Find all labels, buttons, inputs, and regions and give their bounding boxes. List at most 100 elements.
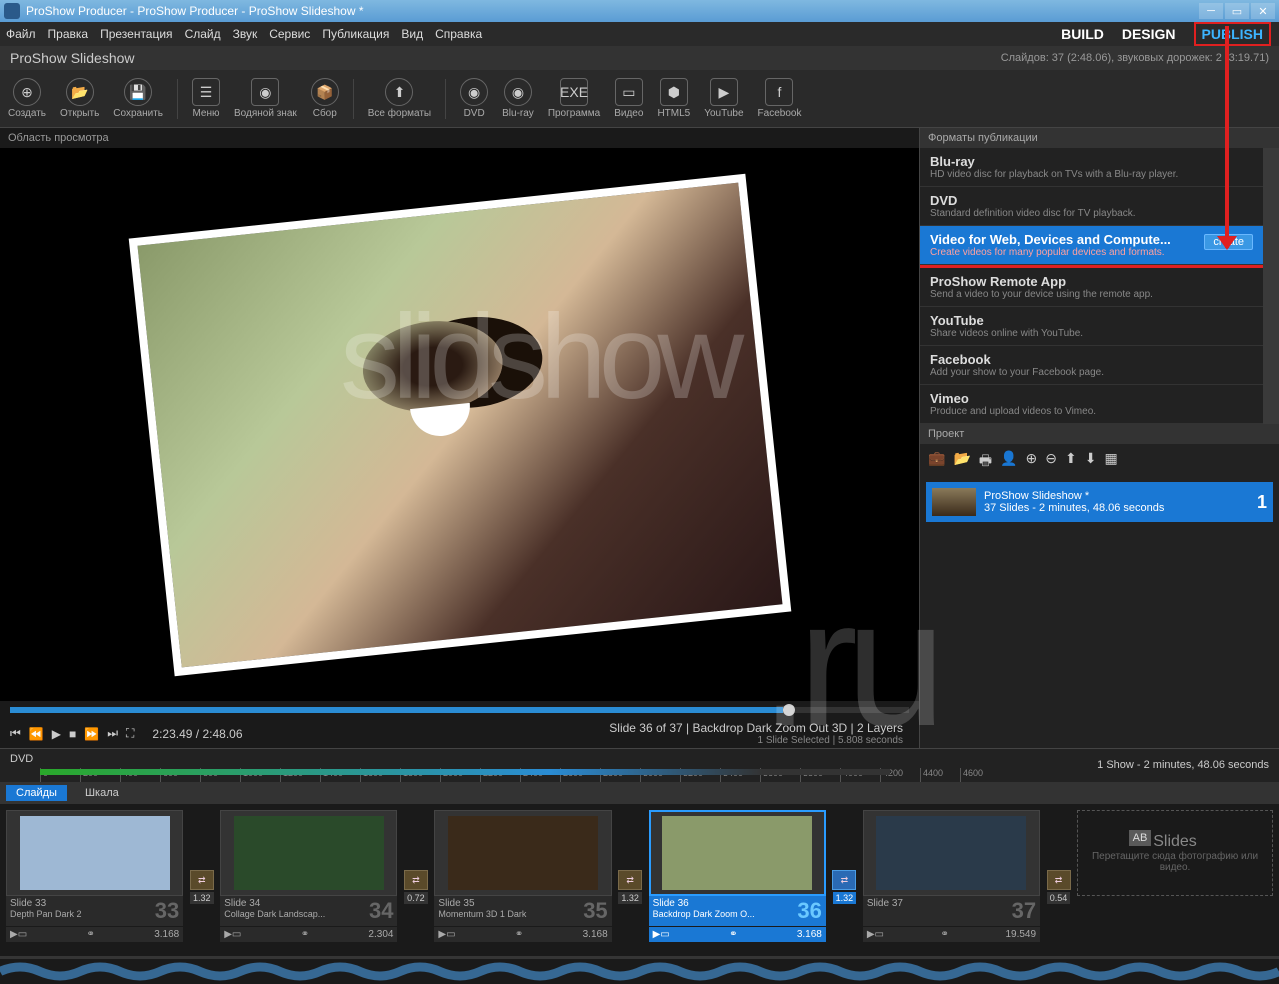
menu-Слайд[interactable]: Слайд — [185, 27, 221, 41]
forward-button[interactable]: ⏩ — [84, 727, 99, 741]
slide-link-icon[interactable]: ⚭ — [515, 929, 523, 940]
format-item[interactable]: YouTubeShare videos online with YouTube. — [920, 307, 1263, 346]
toolbar-html5[interactable]: ⬢HTML5 — [657, 78, 690, 119]
transition-icon: ⇄ — [618, 870, 642, 890]
toolbar: ⊕Создать 📂Открыть 💾Сохранить ☰Меню ◉Водяной … — [0, 70, 1279, 128]
stop-button[interactable]: ■ — [69, 727, 76, 741]
preview-canvas[interactable]: slidshow — [0, 148, 919, 701]
toolbar-dvd[interactable]: ◉DVD — [460, 78, 488, 119]
toolbar-menu[interactable]: ☰Меню — [192, 78, 220, 119]
rewind-button[interactable]: ⏪ — [29, 727, 44, 741]
slide-link-icon[interactable]: ⚭ — [729, 929, 737, 940]
slides-strip: Slide 33Depth Pan Dark 233 ▶▭⚭3.168⇄1.32… — [0, 804, 1279, 956]
transition-icon: ⇄ — [832, 870, 856, 890]
menu-Справка[interactable]: Справка — [435, 27, 482, 41]
minimize-button[interactable]: ─ — [1199, 3, 1223, 19]
ruler-label: DVD — [10, 753, 33, 765]
slide-play-icon[interactable]: ▶▭ — [653, 929, 670, 940]
menu-Звук[interactable]: Звук — [233, 27, 258, 41]
toolbar-youtube[interactable]: ▶YouTube — [704, 78, 743, 119]
proj-open-icon[interactable]: 📂 — [953, 450, 970, 474]
toolbar-all[interactable]: ⬆Все форматы — [368, 78, 431, 119]
slide-36[interactable]: Slide 36Backdrop Dark Zoom O...36 ▶▭⚭3.1… — [649, 810, 826, 950]
dvd-icon: ◉ — [460, 78, 488, 106]
tab-scale[interactable]: Шкала — [75, 785, 129, 801]
slide-play-icon[interactable]: ▶▭ — [10, 929, 27, 940]
ruler-tick: 4400 — [920, 768, 960, 782]
slide-link-icon[interactable]: ⚭ — [301, 929, 309, 940]
slide-play-icon[interactable]: ▶▭ — [867, 929, 884, 940]
toolbar-save[interactable]: 💾Сохранить — [113, 78, 163, 119]
last-button[interactable]: ⏭ — [107, 726, 118, 741]
menu-Правка[interactable]: Правка — [48, 27, 89, 41]
mode-design[interactable]: DESIGN — [1122, 26, 1176, 42]
menu-Презентация[interactable]: Презентация — [100, 27, 173, 41]
slide-37[interactable]: Slide 3737 ▶▭⚭19.549 — [863, 810, 1040, 950]
toolbar-collect[interactable]: 📦Сбор — [311, 78, 339, 119]
ruler[interactable]: DVD 020040060080010001200140016001800200… — [0, 748, 1279, 782]
proj-print-icon[interactable]: 🖶 — [979, 450, 992, 474]
fullscreen-button[interactable]: ⛶ — [126, 726, 134, 741]
format-item[interactable]: ProShow Remote AppSend a video to your d… — [920, 268, 1263, 307]
format-item[interactable]: FacebookAdd your show to your Facebook p… — [920, 346, 1263, 385]
first-button[interactable]: ⏮ — [10, 726, 21, 741]
proj-grid-icon[interactable]: ▦ — [1104, 450, 1117, 474]
transition[interactable]: ⇄0.72 — [401, 810, 430, 950]
slide-33[interactable]: Slide 33Depth Pan Dark 233 ▶▭⚭3.168 — [6, 810, 183, 950]
toolbar-video[interactable]: ▭Видео — [614, 78, 643, 119]
all-icon: ⬆ — [385, 78, 413, 106]
slide-play-icon[interactable]: ▶▭ — [438, 929, 455, 940]
mode-publish[interactable]: PUBLISH — [1194, 22, 1271, 46]
format-item[interactable]: Blu-rayHD video disc for playback on TVs… — [920, 148, 1263, 187]
menu-Вид[interactable]: Вид — [401, 27, 423, 41]
slide-play-icon[interactable]: ▶▭ — [224, 929, 241, 940]
proj-down-icon[interactable]: ⬇ — [1085, 450, 1097, 474]
slide-35[interactable]: Slide 35Momentum 3D 1 Dark35 ▶▭⚭3.168 — [434, 810, 611, 950]
preview-panel: Область просмотра slidshow ⏮ ⏪ ▶ ■ ⏩ ⏭ ⛶… — [0, 128, 919, 748]
scrub-bar[interactable] — [10, 707, 909, 713]
proj-briefcase-icon[interactable]: 💼 — [928, 450, 945, 474]
project-panel: 💼 📂 🖶 👤 ⊕ ⊖ ⬆ ⬇ ▦ ProShow Slideshow * 37… — [920, 444, 1279, 748]
project-item-number: 1 — [1257, 492, 1267, 513]
waveform[interactable] — [0, 956, 1279, 984]
maximize-button[interactable]: ▭ — [1225, 3, 1249, 19]
bluray-icon: ◉ — [504, 78, 532, 106]
mode-build[interactable]: BUILD — [1061, 26, 1104, 42]
format-item[interactable]: VimeoProduce and upload videos to Vimeo. — [920, 385, 1263, 424]
toolbar-create[interactable]: ⊕Создать — [8, 78, 46, 119]
add-slide-dropzone[interactable]: ABSlidesПеретащите сюда фотографию или в… — [1077, 810, 1273, 896]
timeline-tabs: Слайды Шкала — [0, 782, 1279, 804]
proj-up-icon[interactable]: ⬆ — [1065, 450, 1077, 474]
menu-Публикация[interactable]: Публикация — [322, 27, 389, 41]
menu-Сервис[interactable]: Сервис — [269, 27, 310, 41]
transition[interactable]: ⇄1.32 — [187, 810, 216, 950]
transition[interactable]: ⇄1.32 — [616, 810, 645, 950]
formats-scrollbar[interactable] — [1263, 148, 1279, 424]
format-item[interactable]: createVideo for Web, Devices and Compute… — [920, 226, 1263, 265]
tab-slides[interactable]: Слайды — [6, 785, 67, 801]
close-button[interactable]: ✕ — [1251, 3, 1275, 19]
toolbar-open[interactable]: 📂Открыть — [60, 78, 99, 119]
toolbar-watermark[interactable]: ◉Водяной знак — [234, 78, 297, 119]
toolbar-program[interactable]: EXEПрограмма — [548, 78, 600, 119]
play-button[interactable]: ▶ — [52, 727, 61, 741]
project-item[interactable]: ProShow Slideshow * 37 Slides - 2 minute… — [926, 482, 1273, 522]
toolbar-facebook[interactable]: fFacebook — [758, 78, 802, 119]
proj-remove-icon[interactable]: ⊖ — [1045, 450, 1057, 474]
toolbar-bluray[interactable]: ◉Blu-ray — [502, 78, 534, 119]
format-item[interactable]: DVDStandard definition video disc for TV… — [920, 187, 1263, 226]
menu-Файл[interactable]: Файл — [6, 27, 36, 41]
slide-link-icon[interactable]: ⚭ — [941, 929, 949, 940]
youtube-icon: ▶ — [710, 78, 738, 106]
slide-thumb — [876, 816, 1026, 890]
scrub-knob[interactable] — [783, 704, 795, 716]
slide-34[interactable]: Slide 34Collage Dark Landscap...34 ▶▭⚭2.… — [220, 810, 397, 950]
slide-link-icon[interactable]: ⚭ — [86, 929, 94, 940]
slide-thumb — [20, 816, 170, 890]
slide-info: Slide 36 of 37 | Backdrop Dark Zoom Out … — [269, 721, 904, 735]
proj-person-icon[interactable]: 👤 — [1000, 450, 1017, 474]
transition[interactable]: ⇄1.32 — [830, 810, 859, 950]
proj-add-icon[interactable]: ⊕ — [1026, 450, 1038, 474]
program-icon: EXE — [560, 78, 588, 106]
transition[interactable]: ⇄0.54 — [1044, 810, 1073, 950]
